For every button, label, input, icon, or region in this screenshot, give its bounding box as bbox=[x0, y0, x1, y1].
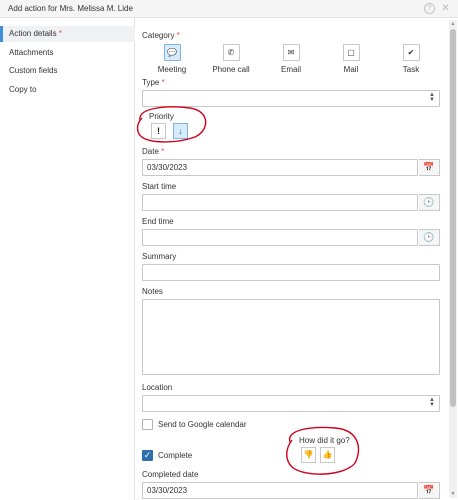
required-mark: * bbox=[176, 31, 180, 40]
category-phone-call[interactable]: ✆ Phone call bbox=[210, 44, 252, 74]
type-select[interactable]: ▲ ▼ bbox=[142, 90, 440, 107]
complete-checkbox[interactable]: ✓ bbox=[142, 450, 153, 461]
select-arrows-icon: ▲ ▼ bbox=[429, 397, 435, 408]
checkmark-icon: ✔ bbox=[402, 44, 420, 61]
form-scrollbar[interactable]: ▲ ▼ bbox=[449, 20, 457, 498]
category-mail[interactable]: ▢ Mail bbox=[330, 44, 372, 74]
start-time-label: Start time bbox=[142, 182, 177, 191]
sidebar-item-label: Attachments bbox=[9, 48, 54, 57]
priority-low-button[interactable]: ↓ bbox=[173, 123, 188, 139]
thumbs-up-icon[interactable]: 👍 bbox=[320, 447, 335, 463]
category-option-label: Email bbox=[280, 65, 301, 74]
date-label: Date * bbox=[142, 147, 164, 156]
action-details-form: Category * 💬 Meeting ✆ Phone call ✉ Emai… bbox=[135, 18, 446, 500]
clock-icon[interactable]: 🕒 bbox=[419, 194, 440, 211]
category-option-label: Task bbox=[402, 65, 420, 74]
location-select[interactable]: ▲ ▼ bbox=[142, 395, 440, 412]
notes-textarea[interactable] bbox=[142, 299, 440, 375]
outcome-label: How did it go? bbox=[299, 436, 350, 445]
google-calendar-label: Send to Google calendar bbox=[158, 420, 247, 429]
calendar-icon[interactable]: 📅 bbox=[419, 482, 440, 499]
select-arrows-icon: ▲ ▼ bbox=[429, 92, 435, 103]
summary-input[interactable] bbox=[142, 264, 440, 281]
start-time-input[interactable] bbox=[142, 194, 418, 211]
sidebar-nav: Action details * Attachments Custom fiel… bbox=[0, 18, 135, 500]
date-input[interactable]: 03/30/2023 bbox=[142, 159, 418, 176]
note-icon: ▢ bbox=[342, 44, 360, 61]
category-task[interactable]: ✔ Task bbox=[390, 44, 432, 74]
category-meeting[interactable]: 💬 Meeting bbox=[151, 44, 193, 74]
category-option-label: Meeting bbox=[157, 65, 187, 74]
sidebar-item-action-details[interactable]: Action details * bbox=[0, 26, 135, 42]
category-email[interactable]: ✉ Email bbox=[270, 44, 312, 74]
envelope-icon: ✉ bbox=[282, 44, 300, 61]
summary-label: Summary bbox=[142, 252, 177, 261]
completed-date-label: Completed date bbox=[142, 470, 199, 479]
calendar-icon[interactable]: 📅 bbox=[419, 159, 440, 176]
type-label-text: Type bbox=[142, 78, 160, 87]
sidebar-item-copy-to[interactable]: Copy to bbox=[0, 82, 135, 98]
category-label-text: Category bbox=[142, 31, 175, 40]
type-label: Type * bbox=[142, 78, 165, 87]
phone-icon: ✆ bbox=[222, 44, 240, 61]
end-time-label: End time bbox=[142, 217, 174, 226]
scrollbar-thumb[interactable] bbox=[450, 29, 456, 407]
close-icon[interactable]: ✕ bbox=[440, 3, 451, 14]
location-label: Location bbox=[142, 383, 173, 392]
help-icon[interactable]: ? bbox=[424, 3, 435, 14]
scroll-up-arrow-icon[interactable]: ▲ bbox=[450, 21, 456, 27]
required-mark: * bbox=[161, 147, 165, 156]
required-mark: * bbox=[58, 29, 62, 38]
complete-label: Complete bbox=[158, 451, 193, 460]
sidebar-item-label: Custom fields bbox=[9, 66, 58, 75]
required-mark: * bbox=[161, 78, 165, 87]
completed-date-input[interactable]: 03/30/2023 bbox=[142, 482, 418, 499]
thumbs-down-icon[interactable]: 👎 bbox=[301, 447, 316, 463]
date-label-text: Date bbox=[142, 147, 159, 156]
speech-bubble-icon: 💬 bbox=[163, 44, 181, 61]
category-option-label: Phone call bbox=[212, 65, 250, 74]
dialog-title: Add action for Mrs. Melissa M. Lide bbox=[8, 4, 133, 13]
dialog-titlebar: Add action for Mrs. Melissa M. Lide ? ✕ bbox=[0, 0, 458, 18]
sidebar-item-custom-fields[interactable]: Custom fields bbox=[0, 63, 135, 79]
notes-label: Notes bbox=[142, 287, 163, 296]
sidebar-item-label: Action details bbox=[9, 29, 57, 38]
priority-high-button[interactable]: ! bbox=[151, 123, 166, 139]
sidebar-item-attachments[interactable]: Attachments bbox=[0, 45, 135, 61]
google-calendar-checkbox[interactable] bbox=[142, 419, 153, 430]
clock-icon[interactable]: 🕒 bbox=[419, 229, 440, 246]
priority-label: Priority bbox=[149, 112, 174, 121]
sidebar-item-label: Copy to bbox=[9, 85, 37, 94]
end-time-input[interactable] bbox=[142, 229, 418, 246]
scroll-down-arrow-icon[interactable]: ▼ bbox=[450, 491, 456, 497]
category-option-label: Mail bbox=[343, 65, 359, 74]
category-label: Category * bbox=[142, 31, 180, 40]
